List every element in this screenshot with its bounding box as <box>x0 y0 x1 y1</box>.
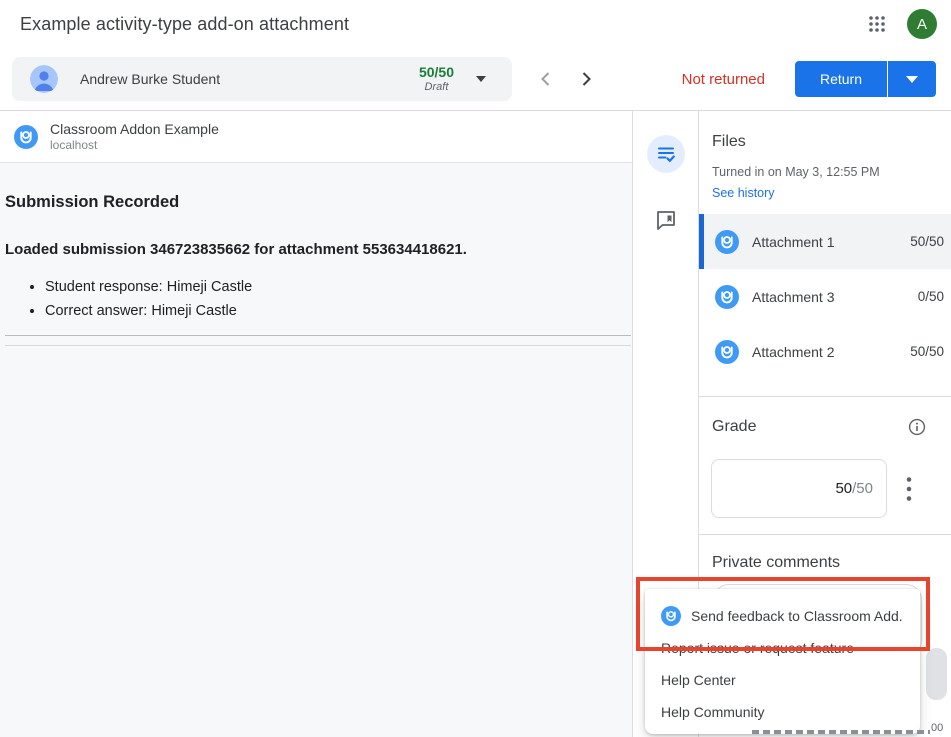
student-grade-summary: 50/50 Draft <box>419 64 454 94</box>
return-button[interactable]: Return <box>795 61 887 97</box>
grade-denominator: /50 <box>852 480 873 497</box>
menu-item-send-feedback[interactable]: Send feedback to Classroom Add. <box>645 600 920 632</box>
addon-host: localhost <box>50 138 219 154</box>
clipped-text-row <box>752 730 930 734</box>
see-history-link[interactable]: See history <box>712 186 775 200</box>
menu-item-label: Report issue or request feature <box>661 640 854 656</box>
chevron-down-icon <box>476 76 486 82</box>
submission-list: Student response: Himeji Castle Correct … <box>5 279 632 319</box>
addon-header: Classroom Addon Example localhost <box>0 111 632 163</box>
addon-title: Classroom Addon Example <box>50 120 219 138</box>
previous-student-button[interactable] <box>526 59 566 99</box>
student-grade-status: Draft <box>425 81 449 94</box>
page-title: Example activity-type add-on attachment <box>20 14 349 35</box>
divider <box>5 335 631 336</box>
menu-item-label: Help Center <box>661 672 736 688</box>
header-actions: A <box>865 9 937 39</box>
return-dropdown-button[interactable] <box>888 61 936 97</box>
list-item: Student response: Himeji Castle <box>45 279 632 295</box>
kebab-menu-icon[interactable] <box>906 476 912 502</box>
grade-value: 50 <box>835 480 852 497</box>
attachment-name: Attachment 2 <box>752 344 835 360</box>
submission-details: Loaded submission 346723835662 for attac… <box>5 241 632 258</box>
addon-file-icon <box>715 285 739 309</box>
grade-row: 50 /50 <box>711 459 951 518</box>
menu-item-help-community[interactable]: Help Community <box>645 696 920 728</box>
student-selector[interactable]: Andrew Burke Student 50/50 Draft <box>12 57 512 101</box>
info-icon[interactable] <box>908 418 926 436</box>
private-comments-title: Private comments <box>712 554 951 572</box>
addon-logo-icon <box>14 125 38 149</box>
next-student-button[interactable] <box>566 59 606 99</box>
attachment-name: Attachment 3 <box>752 289 835 305</box>
status-badge: Not returned <box>682 71 765 88</box>
apps-grid-icon[interactable] <box>865 12 889 36</box>
attachment-row[interactable]: Attachment 3 0/50 <box>699 269 951 324</box>
divider <box>699 534 951 535</box>
menu-item-label: Send feedback to Classroom Add. <box>691 608 903 624</box>
classroom-grading-page: Example activity-type add-on attachment … <box>0 0 951 737</box>
attachment-row[interactable]: Attachment 1 50/50 <box>699 214 951 269</box>
menu-item-help-center[interactable]: Help Center <box>645 664 920 696</box>
student-grade-value: 50/50 <box>419 64 454 81</box>
grade-input[interactable]: 50 /50 <box>711 459 887 518</box>
clipped-text: 00 <box>931 722 943 734</box>
attachment-name: Attachment 1 <box>752 234 835 250</box>
divider <box>5 345 631 346</box>
addon-file-icon <box>715 340 739 364</box>
turned-in-timestamp: Turned in on May 3, 12:55 PM <box>712 165 951 179</box>
attachment-score: 0/50 <box>918 289 944 304</box>
files-title: Files <box>712 133 951 151</box>
grade-title: Grade <box>712 418 756 436</box>
student-toolbar: Andrew Burke Student 50/50 Draft Not ret… <box>0 48 951 110</box>
addon-titles: Classroom Addon Example localhost <box>50 120 219 154</box>
attachment-row[interactable]: Attachment 2 50/50 <box>699 324 951 379</box>
sidebar-scrollbar[interactable] <box>926 648 947 700</box>
grade-header: Grade <box>712 418 926 436</box>
addon-logo-icon <box>661 606 681 626</box>
addon-file-icon <box>715 230 739 254</box>
return-split-button: Return <box>795 61 936 97</box>
divider <box>699 396 951 397</box>
top-header: Example activity-type add-on attachment … <box>0 0 951 48</box>
attachment-list: Attachment 1 50/50 Attachment 3 0/50 <box>699 214 951 379</box>
chevron-down-icon <box>906 76 918 83</box>
attachment-score: 50/50 <box>910 344 944 359</box>
addon-content-pane: Classroom Addon Example localhost Submis… <box>0 111 633 737</box>
account-avatar[interactable]: A <box>907 9 937 39</box>
submission-heading: Submission Recorded <box>5 193 632 212</box>
list-item: Correct answer: Himeji Castle <box>45 303 632 319</box>
attachment-score: 50/50 <box>910 234 944 249</box>
comments-tab-icon[interactable] <box>647 201 685 239</box>
grading-tab-icon[interactable] <box>647 135 685 173</box>
student-avatar-icon <box>30 65 58 93</box>
student-name: Andrew Burke Student <box>80 71 220 87</box>
help-menu-popup: Send feedback to Classroom Add. Report i… <box>645 589 920 734</box>
menu-item-report-issue[interactable]: Report issue or request feature <box>645 632 920 664</box>
menu-item-label: Help Community <box>661 704 764 720</box>
addon-body: Submission Recorded Loaded submission 34… <box>0 163 632 737</box>
avatar-letter: A <box>917 16 927 33</box>
